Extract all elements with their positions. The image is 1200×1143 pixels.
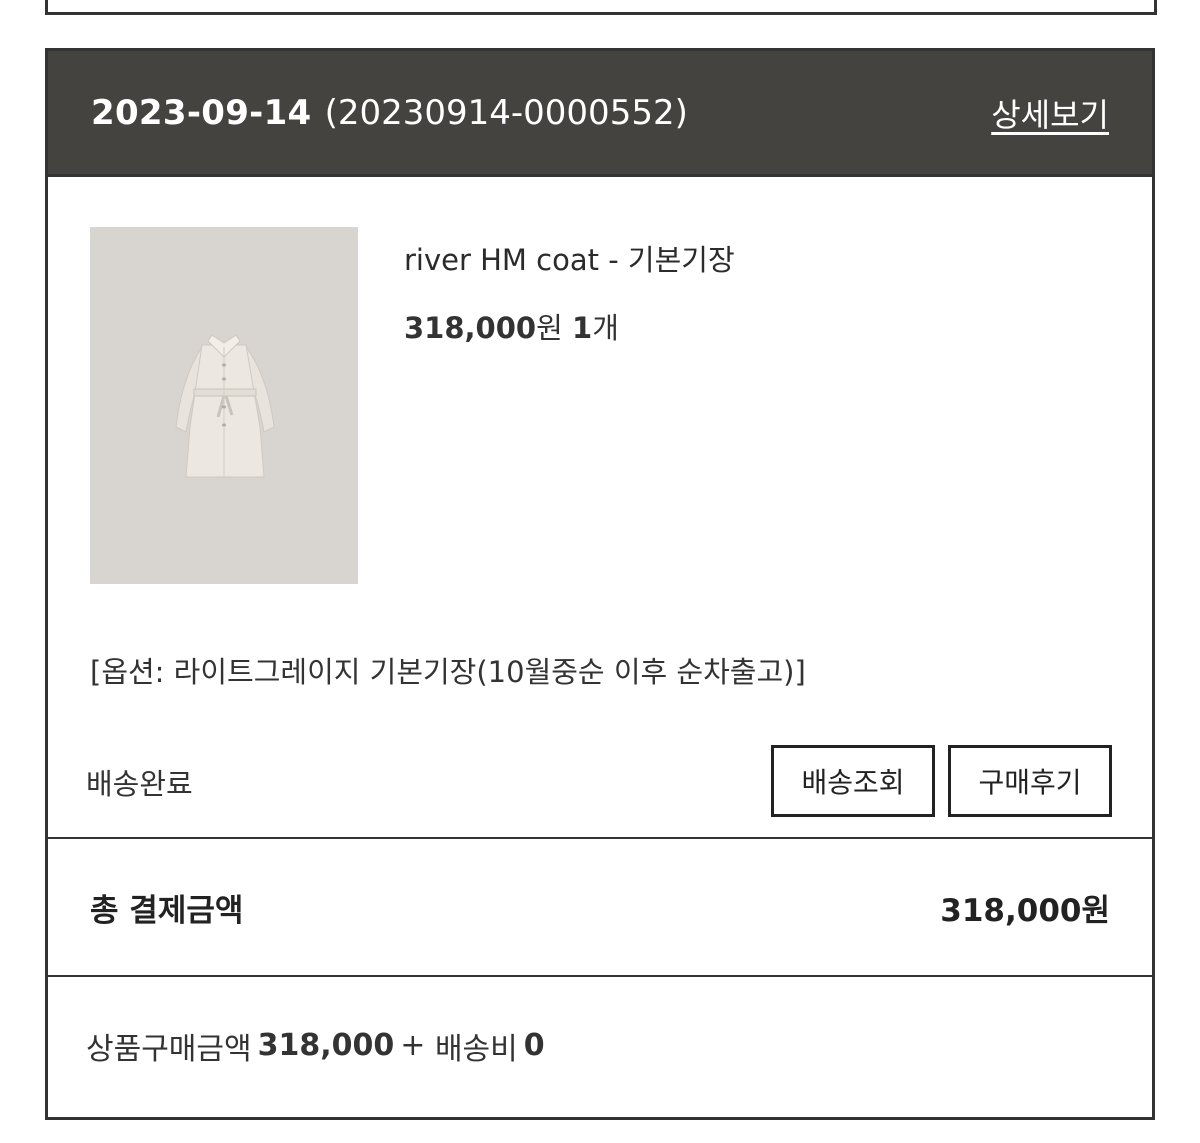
total-payment-row: 총 결제금액 318,000원 bbox=[48, 839, 1152, 977]
previous-order-card-bottom bbox=[45, 0, 1157, 15]
write-review-button[interactable]: 구매후기 bbox=[948, 745, 1112, 817]
product-option: [옵션: 라이트그레이지 기본기장(10월중순 이후 순차출고)] bbox=[90, 655, 806, 689]
product-name[interactable]: river HM coat - 기본기장 bbox=[404, 237, 735, 279]
product-price: 318,000 bbox=[404, 311, 537, 345]
shipping-status: 배송완료 bbox=[86, 767, 193, 801]
total-payment-label: 총 결제금액 bbox=[90, 892, 244, 929]
order-date: 2023-09-14 bbox=[91, 92, 312, 133]
payment-breakdown: 상품구매금액 318,000 + 배송비 0 bbox=[48, 977, 1152, 1114]
product-price-quantity: 318,000원 1개 bbox=[404, 305, 619, 347]
price-unit: 원 bbox=[536, 311, 563, 345]
product-amount-label: 상품구매금액 bbox=[86, 1031, 252, 1067]
order-detail-link[interactable]: 상세보기 bbox=[991, 90, 1109, 136]
plus-sign: + bbox=[400, 1028, 426, 1063]
product-thumbnail[interactable] bbox=[90, 227, 358, 584]
product-section: river HM coat - 기본기장 318,000원 1개 [옵션: 라이… bbox=[48, 177, 1152, 839]
product-quantity: 1 bbox=[572, 311, 593, 345]
coat-icon bbox=[90, 227, 358, 584]
order-card: 2023-09-14 (20230914-0000552) 상세보기 river… bbox=[45, 48, 1155, 1120]
track-shipment-button[interactable]: 배송조회 bbox=[771, 745, 935, 817]
quantity-unit: 개 bbox=[592, 311, 619, 345]
shipping-fee-label: 배송비 bbox=[434, 1031, 518, 1067]
order-number: (20230914-0000552) bbox=[324, 92, 688, 133]
shipping-fee-value: 0 bbox=[523, 1028, 545, 1063]
product-amount-value: 318,000 bbox=[257, 1028, 395, 1063]
total-payment-value: 318,000원 bbox=[940, 892, 1110, 929]
order-header: 2023-09-14 (20230914-0000552) 상세보기 bbox=[48, 51, 1152, 177]
order-title: 2023-09-14 (20230914-0000552) bbox=[91, 93, 688, 133]
